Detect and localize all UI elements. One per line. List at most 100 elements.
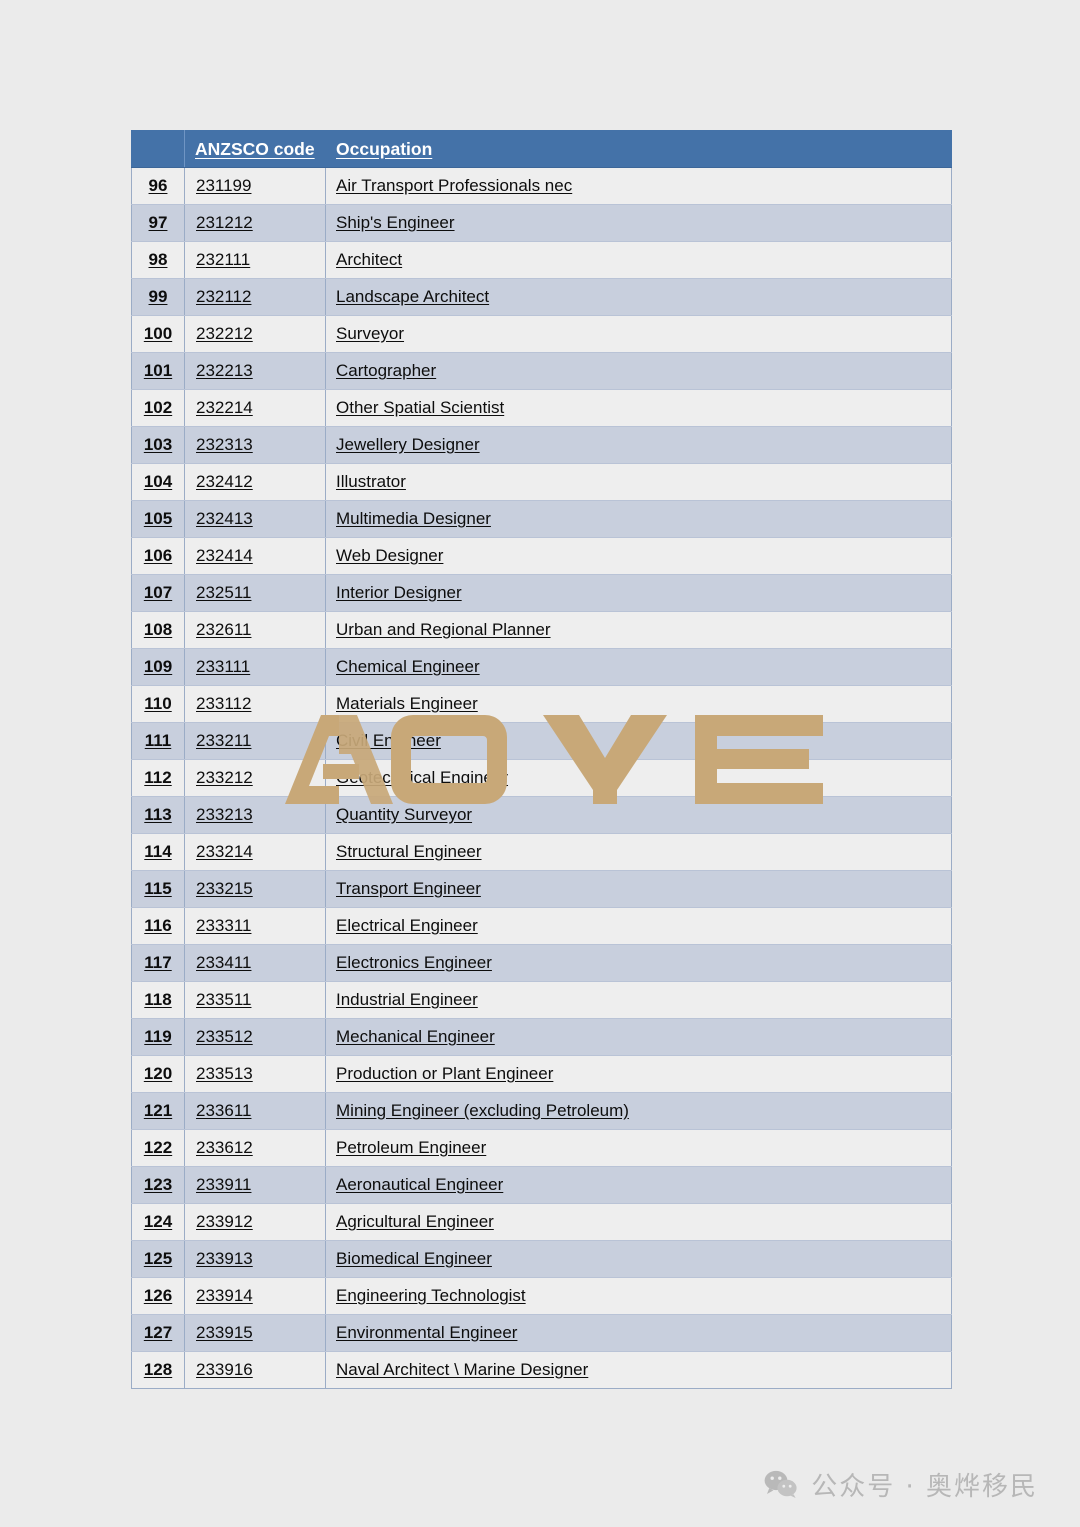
row-index-cell: 96 (131, 167, 185, 205)
occupation-value: Multimedia Designer (336, 509, 491, 528)
occupation-value: Web Designer (336, 546, 444, 565)
anzsco-code-value: 233211 (196, 731, 252, 750)
row-index-cell: 115 (131, 870, 185, 908)
table-row: 105 232413 Multimedia Designer (131, 500, 952, 538)
occupation-value: Jewellery Designer (336, 435, 480, 454)
anzsco-code-value: 233511 (196, 990, 252, 1009)
row-index-value: 122 (143, 1138, 173, 1157)
page-root: ANZSCO code Occupation 96 231199 Air Trans… (0, 0, 1080, 1527)
occupation-value: Naval Architect \ Marine Designer (336, 1360, 589, 1379)
anzsco-code-cell: 233214 (184, 833, 326, 871)
occupation-cell: Engineering Technologist (325, 1277, 952, 1315)
table-row: 100 232212 Surveyor (131, 315, 952, 353)
occupation-value: Biomedical Engineer (336, 1249, 492, 1268)
anzsco-code-cell: 233513 (184, 1055, 326, 1093)
table-row: 96 231199 Air Transport Professionals nec (131, 167, 952, 205)
anzsco-code-value: 233214 (196, 842, 253, 861)
table-row: 114 233214 Structural Engineer (131, 833, 952, 871)
row-index-value: 128 (143, 1360, 173, 1379)
row-index-cell: 105 (131, 500, 185, 538)
table-row: 125 233913 Biomedical Engineer (131, 1240, 952, 1278)
row-index-cell: 127 (131, 1314, 185, 1352)
row-index-value: 111 (144, 731, 172, 750)
row-index-cell: 118 (131, 981, 185, 1019)
occupation-value: Geotechnical Engineer (336, 768, 509, 787)
anzsco-code-value: 233112 (196, 694, 252, 713)
anzsco-code-value: 233411 (196, 953, 252, 972)
table-row: 122 233612 Petroleum Engineer (131, 1129, 952, 1167)
occupation-value: Materials Engineer (336, 694, 478, 713)
anzsco-occupation-table: ANZSCO code Occupation 96 231199 Air Trans… (131, 130, 952, 1389)
anzsco-code-cell: 233213 (184, 796, 326, 834)
occupation-cell: Biomedical Engineer (325, 1240, 952, 1278)
anzsco-code-cell: 233411 (184, 944, 326, 982)
anzsco-code-value: 232313 (196, 435, 253, 454)
anzsco-code-value: 231212 (196, 213, 253, 232)
occupation-value: Other Spatial Scientist (336, 398, 505, 417)
occupation-cell: Production or Plant Engineer (325, 1055, 952, 1093)
occupation-value: Ship's Engineer (336, 213, 455, 232)
occupation-value: Engineering Technologist (336, 1286, 526, 1305)
row-index-value: 123 (143, 1175, 173, 1194)
anzsco-code-cell: 233311 (184, 907, 326, 945)
occupation-cell: Industrial Engineer (325, 981, 952, 1019)
occupation-value: Chemical Engineer (336, 657, 480, 676)
occupation-cell: Mechanical Engineer (325, 1018, 952, 1056)
table-row: 112 233212 Geotechnical Engineer (131, 759, 952, 797)
column-header-anzsco-code: ANZSCO code (184, 130, 326, 168)
occupation-cell: Civil Engineer (325, 722, 952, 760)
row-index-value: 116 (144, 916, 172, 935)
occupation-value: Illustrator (336, 472, 406, 491)
row-index-cell: 114 (131, 833, 185, 871)
occupation-value: Urban and Regional Planner (336, 620, 551, 639)
occupation-cell: Mining Engineer (excluding Petroleum) (325, 1092, 952, 1130)
occupation-value: Structural Engineer (336, 842, 482, 861)
anzsco-code-cell: 233512 (184, 1018, 326, 1056)
occupation-value: Quantity Surveyor (336, 805, 473, 824)
row-index-value: 108 (143, 620, 173, 639)
anzsco-code-value: 233916 (196, 1360, 253, 1379)
occupation-value: Electrical Engineer (336, 916, 478, 935)
anzsco-code-cell: 232112 (184, 278, 326, 316)
occupation-cell: Urban and Regional Planner (325, 611, 952, 649)
occupation-value: Petroleum Engineer (336, 1138, 487, 1157)
anzsco-code-cell: 233915 (184, 1314, 326, 1352)
row-index-cell: 109 (131, 648, 185, 686)
table-row: 115 233215 Transport Engineer (131, 870, 952, 908)
table-row: 127 233915 Environmental Engineer (131, 1314, 952, 1352)
occupation-value: Environmental Engineer (336, 1323, 518, 1342)
anzsco-code-value: 232214 (196, 398, 253, 417)
occupation-value: Mining Engineer (excluding Petroleum) (336, 1101, 629, 1120)
row-index-value: 117 (144, 953, 172, 972)
row-index-cell: 104 (131, 463, 185, 501)
occupation-cell: Illustrator (325, 463, 952, 501)
row-index-cell: 120 (131, 1055, 185, 1093)
row-index-value: 102 (143, 398, 173, 417)
table-row: 113 233213 Quantity Surveyor (131, 796, 952, 834)
anzsco-code-value: 231199 (196, 176, 252, 195)
row-index-cell: 125 (131, 1240, 185, 1278)
occupation-cell: Geotechnical Engineer (325, 759, 952, 797)
row-index-value: 99 (148, 287, 168, 306)
row-index-cell: 123 (131, 1166, 185, 1204)
occupation-cell: Transport Engineer (325, 870, 952, 908)
occupation-cell: Petroleum Engineer (325, 1129, 952, 1167)
row-index-cell: 126 (131, 1277, 185, 1315)
anzsco-code-cell: 233112 (184, 685, 326, 723)
row-index-cell: 97 (131, 204, 185, 242)
table-row: 111 233211 Civil Engineer (131, 722, 952, 760)
row-index-value: 107 (143, 583, 173, 602)
row-index-value: 119 (144, 1027, 172, 1046)
anzsco-code-cell: 232213 (184, 352, 326, 390)
row-index-cell: 124 (131, 1203, 185, 1241)
anzsco-code-value: 232212 (196, 324, 253, 343)
row-index-cell: 110 (131, 685, 185, 723)
anzsco-code-value: 232611 (196, 620, 252, 639)
occupation-cell: Environmental Engineer (325, 1314, 952, 1352)
row-index-value: 100 (143, 324, 173, 343)
anzsco-code-value: 232414 (196, 546, 253, 565)
occupation-cell: Air Transport Professionals nec (325, 167, 952, 205)
anzsco-code-value: 232213 (196, 361, 253, 380)
occupation-value: Landscape Architect (336, 287, 490, 306)
row-index-cell: 106 (131, 537, 185, 575)
